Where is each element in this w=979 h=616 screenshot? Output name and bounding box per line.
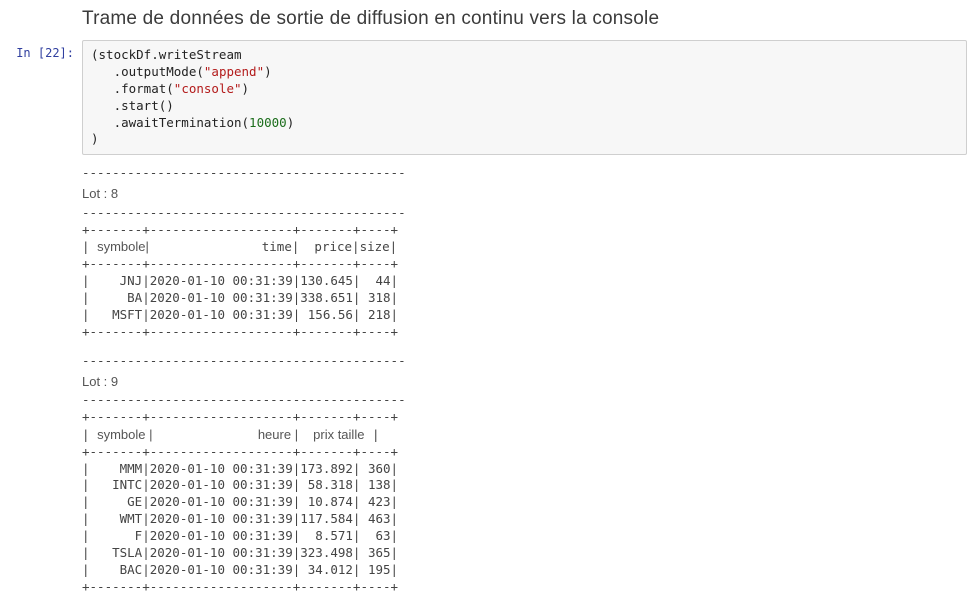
batch9-col-prix-taille: prix taille bbox=[313, 427, 364, 442]
code-input[interactable]: (stockDf.writeStream .outputMode("append… bbox=[82, 40, 967, 155]
batch9-hdr-pre: | bbox=[82, 427, 97, 442]
spacer bbox=[82, 341, 967, 353]
code-line-5a: .awaitTermination( bbox=[91, 115, 249, 130]
cell-output: ----------------------------------------… bbox=[82, 165, 967, 595]
batch9-row: | BAC|2020-01-10 00:31:39| 34.012| 195| bbox=[82, 562, 967, 579]
batch9-header: | symbole | heure | prix taille | bbox=[82, 426, 967, 444]
batch8-border-bot: +-------+-------------------+-------+---… bbox=[82, 324, 967, 341]
batch8-hdr-pre: | bbox=[82, 239, 97, 254]
section-heading: Trame de données de sortie de diffusion … bbox=[82, 8, 967, 30]
batch8-border-mid: +-------+-------------------+-------+---… bbox=[82, 256, 967, 273]
code-cell: In [22]: (stockDf.writeStream .outputMod… bbox=[12, 40, 967, 155]
batch9-hdr-end: | bbox=[364, 427, 379, 442]
batch9-border-mid: +-------+-------------------+-------+---… bbox=[82, 444, 967, 461]
batch9-sep-bottom: ----------------------------------------… bbox=[82, 392, 967, 409]
batch9-row: | INTC|2020-01-10 00:31:39| 58.318| 138| bbox=[82, 477, 967, 494]
batch9-sep-top: ----------------------------------------… bbox=[82, 353, 967, 370]
batch9-col-heure: heure | bbox=[258, 427, 298, 442]
batch9-row: | WMT|2020-01-10 00:31:39|117.584| 463| bbox=[82, 511, 967, 528]
batch9-row: | TSLA|2020-01-10 00:31:39|323.498| 365| bbox=[82, 545, 967, 562]
code-line-3a: .format( bbox=[91, 81, 174, 96]
batch8-row: | JNJ|2020-01-10 00:31:39|130.645| 44| bbox=[82, 273, 967, 290]
batch8-border-top: +-------+-------------------+-------+---… bbox=[82, 222, 967, 239]
code-line-1: (stockDf.writeStream bbox=[91, 47, 242, 62]
batch9-row: | GE|2020-01-10 00:31:39| 10.874| 423| bbox=[82, 494, 967, 511]
batch8-sep-top: ----------------------------------------… bbox=[82, 165, 967, 182]
input-prompt: In [22]: bbox=[12, 40, 82, 60]
batch9-row: | F|2020-01-10 00:31:39| 8.571| 63| bbox=[82, 528, 967, 545]
batch8-sep-bottom: ----------------------------------------… bbox=[82, 205, 967, 222]
code-line-6: ) bbox=[91, 131, 99, 146]
batch8-col-symbole: symbole| bbox=[97, 239, 149, 254]
batch9-hdr-mid1 bbox=[152, 427, 257, 442]
code-line-2b: ) bbox=[264, 64, 272, 79]
batch8-hdr-rest: time| price|size| bbox=[149, 239, 397, 254]
batch9-border-top: +-------+-------------------+-------+---… bbox=[82, 409, 967, 426]
code-string-append: "append" bbox=[204, 64, 264, 79]
batch9-col-symbole: symbole | bbox=[97, 427, 152, 442]
notebook-page: Trame de données de sortie de diffusion … bbox=[0, 0, 979, 616]
batch9-row: | MMM|2020-01-10 00:31:39|173.892| 360| bbox=[82, 461, 967, 478]
batch8-label: Lot : 8 bbox=[82, 185, 967, 203]
batch9-border-bot: +-------+-------------------+-------+---… bbox=[82, 579, 967, 596]
code-string-console: "console" bbox=[174, 81, 242, 96]
code-line-5b: ) bbox=[287, 115, 295, 130]
batch8-row: | MSFT|2020-01-10 00:31:39| 156.56| 218| bbox=[82, 307, 967, 324]
batch8-row: | BA|2020-01-10 00:31:39|338.651| 318| bbox=[82, 290, 967, 307]
code-line-2a: .outputMode( bbox=[91, 64, 204, 79]
batch8-header: | symbole| time| price|size| bbox=[82, 238, 967, 256]
batch9-label: Lot : 9 bbox=[82, 373, 967, 391]
code-number-timeout: 10000 bbox=[249, 115, 287, 130]
batch9-hdr-mid2 bbox=[298, 427, 313, 442]
code-line-4: .start() bbox=[91, 98, 174, 113]
code-line-3b: ) bbox=[242, 81, 250, 96]
